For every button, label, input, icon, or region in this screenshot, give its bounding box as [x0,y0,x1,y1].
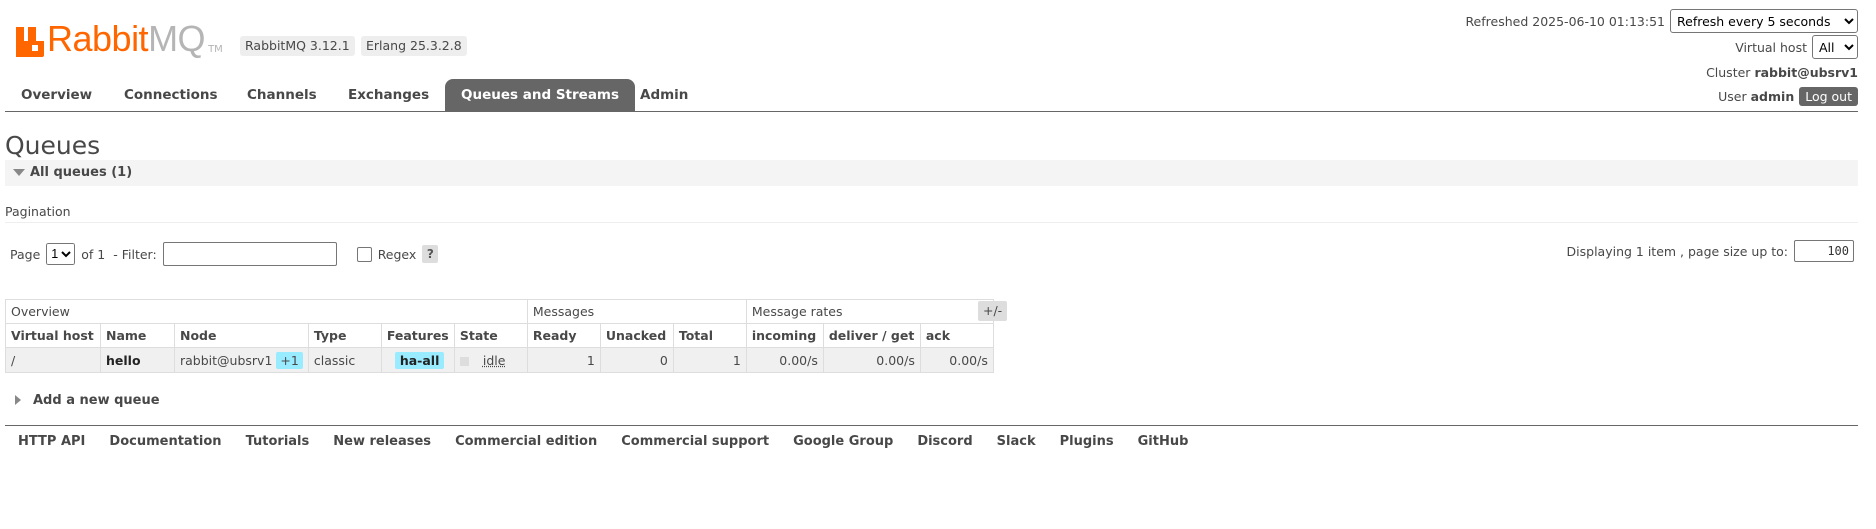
state-indicator-icon [459,356,469,366]
main-nav: Overview Connections Channels Exchanges … [5,79,1858,112]
cell-state: idle [453,347,528,373]
filter-label: - Filter: [113,246,157,262]
cell-deliver-get: 0.00/s [822,347,921,373]
tab-overview[interactable]: Overview [5,79,108,111]
footer-link-commercial-edition[interactable]: Commercial edition [455,434,597,449]
footer-link-documentation[interactable]: Documentation [109,434,221,449]
logo-text-rabbit: Rabbit [47,18,149,59]
col-ack[interactable]: ack [919,323,994,348]
col-ready[interactable]: Ready [526,323,601,348]
group-messages: Messages [526,299,747,324]
display-info-text: Displaying 1 item , page size up to: [1566,243,1788,259]
logo-trademark: TM [208,44,223,55]
tab-connections[interactable]: Connections [108,79,234,111]
refreshed-timestamp: Refreshed 2025-06-10 01:13:51 [1465,13,1665,29]
page-count: of 1 [81,246,106,262]
col-incoming[interactable]: incoming [745,323,824,348]
regex-help-icon[interactable]: ? [422,245,439,263]
page-select[interactable]: 1 [46,243,76,265]
group-message-rates: Message rates [745,299,994,324]
tab-admin[interactable]: Admin [624,79,704,111]
col-type[interactable]: Type [307,323,382,348]
col-deliver-get[interactable]: deliver / get [822,323,921,348]
rabbitmq-logo-icon [16,27,44,57]
table-column-header: Virtual host Name Node Type Features Sta… [5,323,994,348]
table-group-header: Overview Messages Message rates [5,299,994,324]
page-size-input[interactable]: 100 [1794,240,1854,262]
refresh-interval-select[interactable]: Refresh every 5 seconds [1670,9,1858,33]
queue-name-link[interactable]: hello [100,347,175,373]
cell-features: ha-all [380,347,455,373]
tab-queues-and-streams[interactable]: Queues and Streams [445,79,636,111]
tab-exchanges[interactable]: Exchanges [332,79,445,111]
cluster-label: Cluster [1706,64,1751,80]
pagination-heading: Pagination [5,204,71,219]
footer-link-http-api[interactable]: HTTP API [18,434,85,449]
node-name: rabbit@ubsrv1 [180,352,273,368]
col-features[interactable]: Features [380,323,455,348]
col-name[interactable]: Name [100,323,175,348]
rabbitmq-version-badge: RabbitMQ 3.12.1 [240,36,355,56]
virtual-host-select[interactable]: All [1812,35,1858,59]
footer-link-discord[interactable]: Discord [917,434,972,449]
virtual-host-label: Virtual host [1735,39,1807,55]
cell-type: classic [307,347,382,373]
footer-link-github[interactable]: GitHub [1138,434,1189,449]
cell-total: 1 [672,347,747,373]
group-overview: Overview [5,299,528,324]
footer-divider [5,425,1858,426]
pagination-controls: Page 1 of 1 - Filter: Regex ? [10,242,439,266]
col-virtual-host[interactable]: Virtual host [5,323,101,348]
footer-link-tutorials[interactable]: Tutorials [246,434,310,449]
filter-input[interactable] [162,242,337,266]
footer-link-slack[interactable]: Slack [997,434,1036,449]
footer-links: HTTP API Documentation Tutorials New rel… [18,434,1212,449]
expand-triangle-icon [15,395,21,405]
logo-text-mq: MQ [148,18,206,59]
page-title: Queues [5,131,101,160]
table-row[interactable]: / hello rabbit@ubsrv1 +1 classic ha-all i… [5,347,994,373]
cell-ready: 1 [526,347,601,373]
add-queue-label: Add a new queue [33,392,160,408]
cell-unacked: 0 [599,347,674,373]
regex-label: Regex [377,246,417,262]
cell-vhost: / [5,347,101,373]
cell-incoming: 0.00/s [745,347,824,373]
tab-channels[interactable]: Channels [231,79,333,111]
regex-checkbox[interactable] [356,246,372,262]
col-node[interactable]: Node [174,323,309,348]
display-info: Displaying 1 item , page size up to: 100 [1567,240,1854,262]
cell-node: rabbit@ubsrv1 +1 [174,347,309,373]
state-text: idle [482,352,506,368]
footer-link-google-group[interactable]: Google Group [793,434,893,449]
all-queues-section-toggle[interactable]: All queues (1) [5,160,1858,186]
erlang-version-badge: Erlang 25.3.2.8 [361,36,467,56]
col-state[interactable]: State [453,323,528,348]
cluster-name: rabbit@ubsrv1 [1754,64,1858,80]
node-mirrors-badge: +1 [276,351,303,369]
rabbitmq-logo[interactable]: Rabbit MQ TM [16,17,223,57]
collapse-triangle-icon [13,169,25,176]
all-queues-section-label: All queues (1) [30,165,133,180]
pagination-divider [5,222,1858,223]
page-label: Page [10,246,41,262]
add-queue-section-toggle[interactable]: Add a new queue [5,388,160,412]
queues-table: Overview Messages Message rates Virtual … [5,299,994,373]
footer-link-plugins[interactable]: Plugins [1060,434,1114,449]
cell-ack: 0.00/s [919,347,994,373]
footer-link-commercial-support[interactable]: Commercial support [621,434,769,449]
col-unacked[interactable]: Unacked [599,323,674,348]
column-toggle-button[interactable]: +/- [978,301,1008,321]
feature-policy-badge[interactable]: ha-all [394,351,445,369]
footer-link-new-releases[interactable]: New releases [333,434,431,449]
col-total[interactable]: Total [672,323,747,348]
